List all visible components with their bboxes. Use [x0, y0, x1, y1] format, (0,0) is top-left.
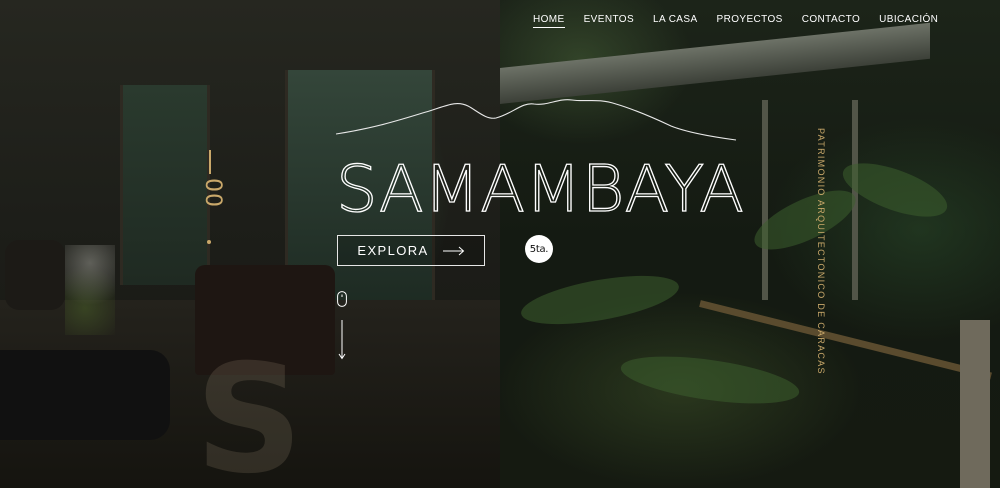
samambaya-logo: SAMAMBAYA	[336, 152, 745, 221]
nav-eventos[interactable]: EVENTOS	[584, 13, 634, 28]
background-garden-photo	[500, 0, 1000, 488]
garden-leaf	[618, 347, 802, 413]
orchid-plant	[65, 245, 115, 335]
main-nav: HOME EVENTOS LA CASA PROYECTOS CONTACTO …	[533, 13, 957, 28]
mouse-scroll-icon	[337, 291, 347, 307]
5ta-badge[interactable]: 5ta.	[525, 235, 553, 263]
nav-contacto[interactable]: CONTACTO	[802, 13, 860, 28]
roof-beam	[762, 100, 768, 300]
garden-leaf	[517, 266, 683, 334]
explora-label: EXPLORA	[357, 243, 429, 258]
nav-home[interactable]: HOME	[533, 13, 565, 28]
explora-button[interactable]: EXPLORA	[337, 235, 485, 266]
stone-post	[960, 320, 990, 488]
nav-proyectos[interactable]: PROYECTOS	[717, 13, 783, 28]
mountain-outline-icon	[336, 99, 737, 141]
slide-counter-line	[209, 150, 211, 174]
heritage-tagline: PATRIMONIO ARQUITECTONICO DE CARACAS	[816, 128, 826, 375]
slide-counter: 00	[200, 178, 225, 208]
arrow-down-icon[interactable]	[338, 320, 346, 360]
interior-table	[0, 350, 170, 440]
nav-la-casa[interactable]: LA CASA	[653, 13, 698, 28]
watermark-letter: S	[195, 333, 304, 488]
logo-text: SAMAMBAYA	[336, 153, 744, 221]
interior-window	[120, 85, 210, 285]
nav-ubicacion[interactable]: UBICACIÓN	[879, 13, 938, 28]
slide-counter-dot	[207, 240, 211, 244]
house-roof	[500, 22, 930, 105]
arrow-right-icon	[442, 246, 464, 255]
interior-chair	[5, 240, 65, 310]
